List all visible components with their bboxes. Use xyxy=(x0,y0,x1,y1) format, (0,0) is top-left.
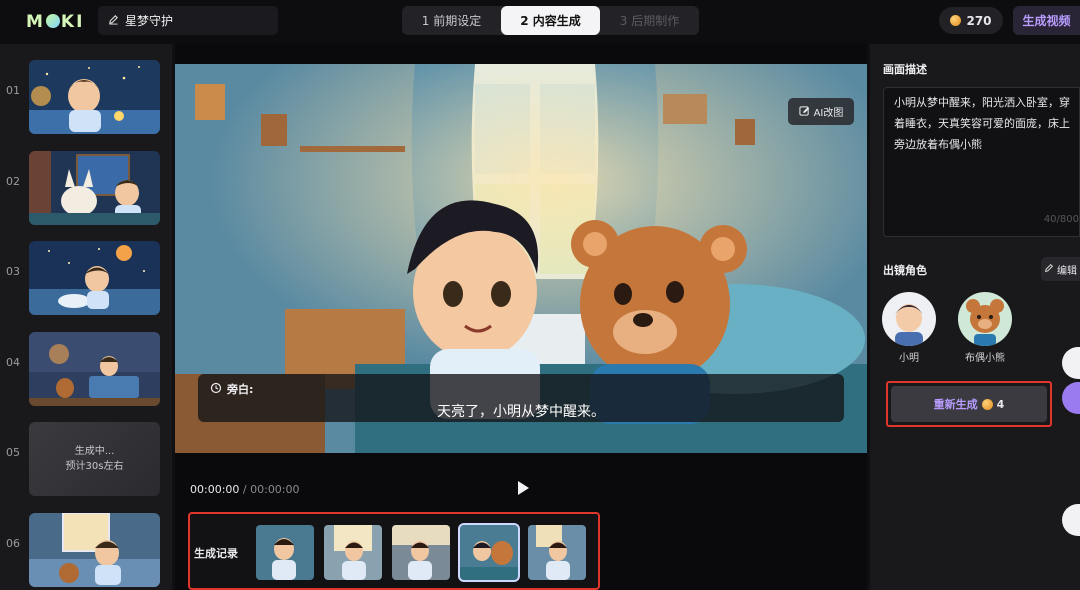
character-card[interactable]: 布偶小熊 xyxy=(955,292,1015,364)
generating-eta: 预计30s左右 xyxy=(65,461,124,472)
scene-thumbnail[interactable] xyxy=(29,241,160,315)
description-textarea[interactable]: 小明从梦中醒来，阳光洒入卧室，穿着睡衣，天真笑容可爱的面庞，床上旁边放着布偶小熊… xyxy=(883,87,1080,237)
scene-number: 01 xyxy=(6,84,20,97)
scene-generating-placeholder: 生成中... 预计30s左右 xyxy=(29,422,160,496)
history-thumbnail[interactable] xyxy=(324,525,382,580)
narration-label: 旁白: xyxy=(227,383,254,396)
description-text: 小明从梦中醒来，阳光洒入卧室，穿着睡衣，天真笑容可爱的面庞，床上旁边放着布偶小熊 xyxy=(894,96,1070,151)
scene-preview-image[interactable]: AI改图 旁白: 天亮了，小明从梦中醒来。 xyxy=(175,64,867,453)
step-tabs: 1 前期设定 2 内容生成 3 后期制作 xyxy=(402,6,699,35)
scene-thumbnail[interactable] xyxy=(29,151,160,225)
edit-label: 编辑 xyxy=(1057,265,1077,277)
current-time: 00:00:00 xyxy=(190,483,240,496)
narration-header: 旁白: xyxy=(210,381,253,397)
play-icon[interactable] xyxy=(518,481,529,495)
generating-status: 生成中... xyxy=(74,446,115,457)
scene-item[interactable]: 05 生成中... 预计30s左右 xyxy=(0,416,172,496)
cast-title: 出镜角色 xyxy=(883,264,927,277)
playback-bar: 00:00:00 / 00:00:00 xyxy=(175,453,867,508)
narration-subtitle[interactable]: 旁白: 天亮了，小明从梦中醒来。 xyxy=(198,374,844,422)
total-time: 00:00:00 xyxy=(250,483,300,496)
coin-count: 270 xyxy=(966,13,992,28)
ai-edit-image-button[interactable]: AI改图 xyxy=(788,98,854,125)
narrator-icon xyxy=(210,382,222,397)
character-name: 布偶小熊 xyxy=(965,353,1005,364)
floating-action-handle[interactable] xyxy=(1062,347,1080,379)
coin-icon xyxy=(950,15,962,26)
scene-thumbnail[interactable] xyxy=(29,60,160,134)
generation-history: 生成记录 xyxy=(188,512,600,590)
character-card[interactable]: 小明 xyxy=(879,292,939,364)
avatar xyxy=(882,292,936,346)
history-label: 生成记录 xyxy=(194,547,238,560)
project-title-field[interactable]: 星梦守护 xyxy=(98,6,278,35)
floating-help-handle[interactable] xyxy=(1062,504,1080,536)
scene-list: 01 02 03 04 05 生成中... 预计30s左右 06 xyxy=(0,44,172,590)
scene-number: 03 xyxy=(6,265,20,278)
scene-item[interactable]: 02 xyxy=(0,145,172,225)
scene-item[interactable]: 06 xyxy=(0,507,172,587)
regenerate-label: 重新生成 xyxy=(933,398,978,411)
pencil-icon xyxy=(1044,263,1054,276)
moki-logo[interactable]: M KI xyxy=(26,12,84,32)
character-name: 小明 xyxy=(899,353,919,364)
scene-item[interactable]: 03 xyxy=(0,235,172,315)
history-thumbnail-selected[interactable] xyxy=(458,523,520,582)
history-thumbnail[interactable] xyxy=(256,525,314,580)
scene-item[interactable]: 01 xyxy=(0,54,172,134)
avatar xyxy=(958,292,1012,346)
tab-post-production[interactable]: 3 后期制作 xyxy=(600,6,699,35)
edit-cast-button[interactable]: 编辑 xyxy=(1041,257,1080,281)
ai-edit-label: AI改图 xyxy=(813,108,844,119)
playback-time: 00:00:00 / 00:00:00 xyxy=(190,483,300,496)
description-char-count: 40/800 xyxy=(1043,214,1079,225)
preview-area: AI改图 旁白: 天亮了，小明从梦中醒来。 00:00:00 / 00:00:0… xyxy=(175,44,867,590)
regenerate-cost: 4 xyxy=(996,397,1005,411)
narration-text: 天亮了，小明从梦中醒来。 xyxy=(437,404,605,420)
floating-assistant-handle[interactable] xyxy=(1062,382,1080,414)
description-title: 画面描述 xyxy=(883,63,927,76)
time-separator: / xyxy=(239,483,251,496)
top-bar: M KI 星梦守护 1 前期设定 2 内容生成 3 后期制作 270 生成视频 xyxy=(0,0,1080,44)
generate-video-button[interactable]: 生成视频 xyxy=(1013,6,1080,35)
coin-balance[interactable]: 270 xyxy=(939,7,1003,34)
scene-thumbnail[interactable] xyxy=(29,332,160,406)
tab-pre-setup[interactable]: 1 前期设定 xyxy=(402,6,501,35)
scene-number: 06 xyxy=(6,537,20,550)
tab-content-generation[interactable]: 2 内容生成 xyxy=(501,6,600,35)
scene-item[interactable]: 04 xyxy=(0,326,172,406)
regenerate-button[interactable]: 重新生成 4 xyxy=(891,386,1047,422)
history-thumbnail[interactable] xyxy=(392,525,450,580)
project-title: 星梦守护 xyxy=(125,14,174,28)
logo-text: M KI xyxy=(26,12,85,32)
coin-icon xyxy=(981,398,993,410)
history-thumbnail[interactable] xyxy=(528,525,586,580)
scene-thumbnail[interactable] xyxy=(29,513,160,587)
scene-number: 04 xyxy=(6,356,20,369)
pencil-icon xyxy=(108,14,119,28)
scene-number: 05 xyxy=(6,446,20,459)
scene-number: 02 xyxy=(6,175,20,188)
regenerate-highlight: 重新生成 4 xyxy=(886,381,1052,427)
scene-settings-panel: 画面描述 小明从梦中醒来，阳光洒入卧室，穿着睡衣，天真笑容可爱的面庞，床上旁边放… xyxy=(870,44,1080,590)
edit-image-icon xyxy=(799,105,810,119)
